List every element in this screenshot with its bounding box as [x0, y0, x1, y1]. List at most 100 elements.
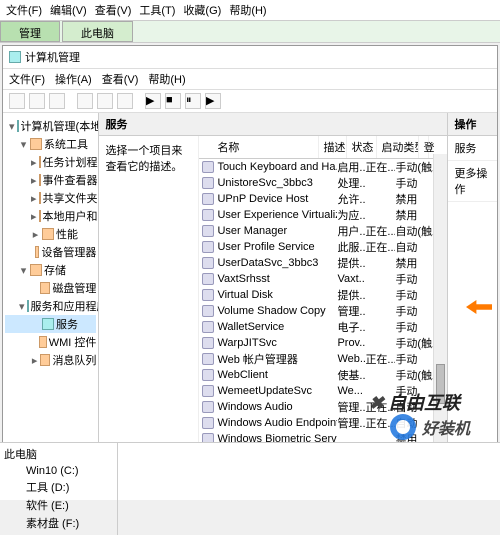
tree-node[interactable]: ▸任务计划程序 [5, 153, 96, 171]
tree-node[interactable]: ▸ 消息队列 [5, 351, 96, 369]
menu-item[interactable]: 帮助(H) [229, 2, 266, 18]
action-item[interactable]: 更多操作 [448, 161, 497, 202]
tree-label: 性能 [56, 226, 78, 242]
tree-label: 任务计划程序 [43, 154, 100, 170]
menu-item[interactable]: 文件(F) [6, 2, 42, 18]
service-row[interactable]: Web 帐户管理器Web...正在...手动本 [199, 351, 447, 367]
help-button[interactable] [117, 93, 133, 109]
gear-icon [202, 305, 214, 317]
explorer-tree: 此电脑 Win10 (C:)工具 (D:)软件 (E:)素材盘 (F:) [0, 443, 118, 535]
restart-button[interactable]: ▶ [205, 93, 221, 109]
col-status[interactable]: 状态 [347, 136, 377, 158]
gear-icon [202, 321, 214, 333]
play-button[interactable]: ▶ [145, 93, 161, 109]
stop-button[interactable]: ■ [165, 93, 181, 109]
tree-node[interactable]: ▾系统工具 [5, 135, 96, 153]
tab[interactable]: 此电脑 [62, 21, 133, 42]
expand-icon[interactable]: ▸ [31, 156, 37, 169]
tree-node[interactable]: ▸共享文件夹 [5, 189, 96, 207]
back-button[interactable] [9, 93, 25, 109]
gear-icon [202, 241, 214, 253]
gear-icon [202, 401, 214, 413]
app-menu: 文件(F) 编辑(V) 查看(V) 工具(T) 收藏(G) 帮助(H) [0, 0, 500, 21]
expand-icon[interactable]: ▾ [9, 120, 15, 133]
gear-icon [202, 209, 214, 221]
title-bar: 计算机管理 [3, 46, 497, 69]
tree-node[interactable]: 服务 [5, 315, 96, 333]
up-button[interactable] [49, 93, 65, 109]
tree-label: 磁盘管理 [52, 280, 96, 296]
expand-icon[interactable]: ▾ [19, 300, 25, 313]
col-type[interactable]: 启动类型 [377, 136, 419, 158]
service-row[interactable]: User Manager用户...正在...自动(触发...本 [199, 223, 447, 239]
service-row[interactable]: WarpJITSvcProv...手动(触发...本 [199, 335, 447, 351]
menu-item[interactable]: 编辑(V) [50, 2, 87, 18]
expand-icon[interactable]: ▸ [31, 228, 40, 241]
service-row[interactable]: Touch Keyboard and Ha...启用...正在...手动(触发.… [199, 159, 447, 175]
folder-icon [30, 138, 42, 150]
expand-icon[interactable]: ▾ [19, 264, 28, 277]
service-row[interactable]: UserDataSvc_3bbc3提供...禁用本 [199, 255, 447, 271]
mgmt-menu-item[interactable]: 文件(F) [9, 71, 45, 87]
col-name[interactable]: 名称 [199, 136, 319, 158]
action-item[interactable]: 服务 [448, 136, 497, 161]
refresh-button[interactable] [77, 93, 93, 109]
tab[interactable]: 管理 [0, 21, 60, 42]
menu-item[interactable]: 查看(V) [95, 2, 132, 18]
gear-icon [202, 353, 214, 365]
mgmt-menu-item[interactable]: 查看(V) [102, 71, 139, 87]
tree-node[interactable]: ▾服务和应用程序 [5, 297, 96, 315]
service-row[interactable]: Volume Shadow Copy管理...手动本 [199, 303, 447, 319]
service-row[interactable]: VaxtSrhsstVaxt...手动本 [199, 271, 447, 287]
mgmt-menu-item[interactable]: 操作(A) [55, 71, 92, 87]
folder-icon [39, 156, 41, 168]
expand-icon[interactable]: ▸ [31, 174, 37, 187]
col-desc[interactable]: 描述 [319, 136, 347, 158]
watermark-a: 自由互联 [369, 389, 460, 415]
tree-label: 计算机管理(本地) [21, 118, 100, 134]
watermark-logo-icon [390, 414, 416, 440]
explorer-root[interactable]: 此电脑 [2, 445, 115, 463]
tree-node[interactable]: ▾计算机管理(本地) [5, 117, 96, 135]
folder-icon [39, 210, 41, 222]
gear-icon [202, 273, 214, 285]
export-button[interactable] [97, 93, 113, 109]
tree-node[interactable]: ▸本地用户和组 [5, 207, 96, 225]
service-row[interactable]: WebClient使基...手动(触发...本 [199, 367, 447, 383]
pause-button[interactable]: ⏸ [185, 93, 201, 109]
service-row[interactable]: Virtual Disk提供...手动本 [199, 287, 447, 303]
expand-icon[interactable]: ▸ [31, 210, 37, 223]
drive-item[interactable]: 软件 (E:) [14, 496, 115, 514]
gear-icon [202, 337, 214, 349]
tree-node[interactable]: ▾存储 [5, 261, 96, 279]
drive-item[interactable]: 工具 (D:) [14, 478, 115, 496]
forward-button[interactable] [29, 93, 45, 109]
gear-icon [202, 177, 214, 189]
tree-node[interactable]: ▸ 性能 [5, 225, 96, 243]
expand-icon[interactable]: ▾ [19, 138, 28, 151]
col-logon[interactable]: 登 [419, 136, 429, 158]
service-row[interactable]: User Experience Virtualiz...为应...禁用本 [199, 207, 447, 223]
service-row[interactable]: WalletService电子...手动本 [199, 319, 447, 335]
drive-item[interactable]: Win10 (C:) [14, 464, 115, 478]
tree-node[interactable]: WMI 控件 [5, 333, 96, 351]
menu-item[interactable]: 工具(T) [139, 2, 175, 18]
folder-icon [40, 354, 50, 366]
gear-icon [202, 417, 214, 429]
gear-icon [202, 193, 214, 205]
service-row[interactable]: UnistoreSvc_3bbc3处理...手动本 [199, 175, 447, 191]
expand-icon[interactable]: ▸ [31, 354, 38, 367]
expand-icon[interactable]: ▸ [31, 192, 37, 205]
tree-node[interactable]: 磁盘管理 [5, 279, 96, 297]
folder-icon [42, 228, 54, 240]
tree-node[interactable]: ▸事件查看器 [5, 171, 96, 189]
tree-label: 服务 [56, 316, 78, 332]
tree-node[interactable]: 设备管理器 [5, 243, 96, 261]
tree-label: 消息队列 [52, 352, 96, 368]
service-row[interactable]: UPnP Device Host允许...禁用本 [199, 191, 447, 207]
drive-item[interactable]: 素材盘 (F:) [14, 514, 115, 532]
folder-icon [39, 192, 41, 204]
mgmt-menu-item[interactable]: 帮助(H) [148, 71, 185, 87]
menu-item[interactable]: 收藏(G) [183, 2, 221, 18]
service-row[interactable]: User Profile Service此服...正在...自动本 [199, 239, 447, 255]
